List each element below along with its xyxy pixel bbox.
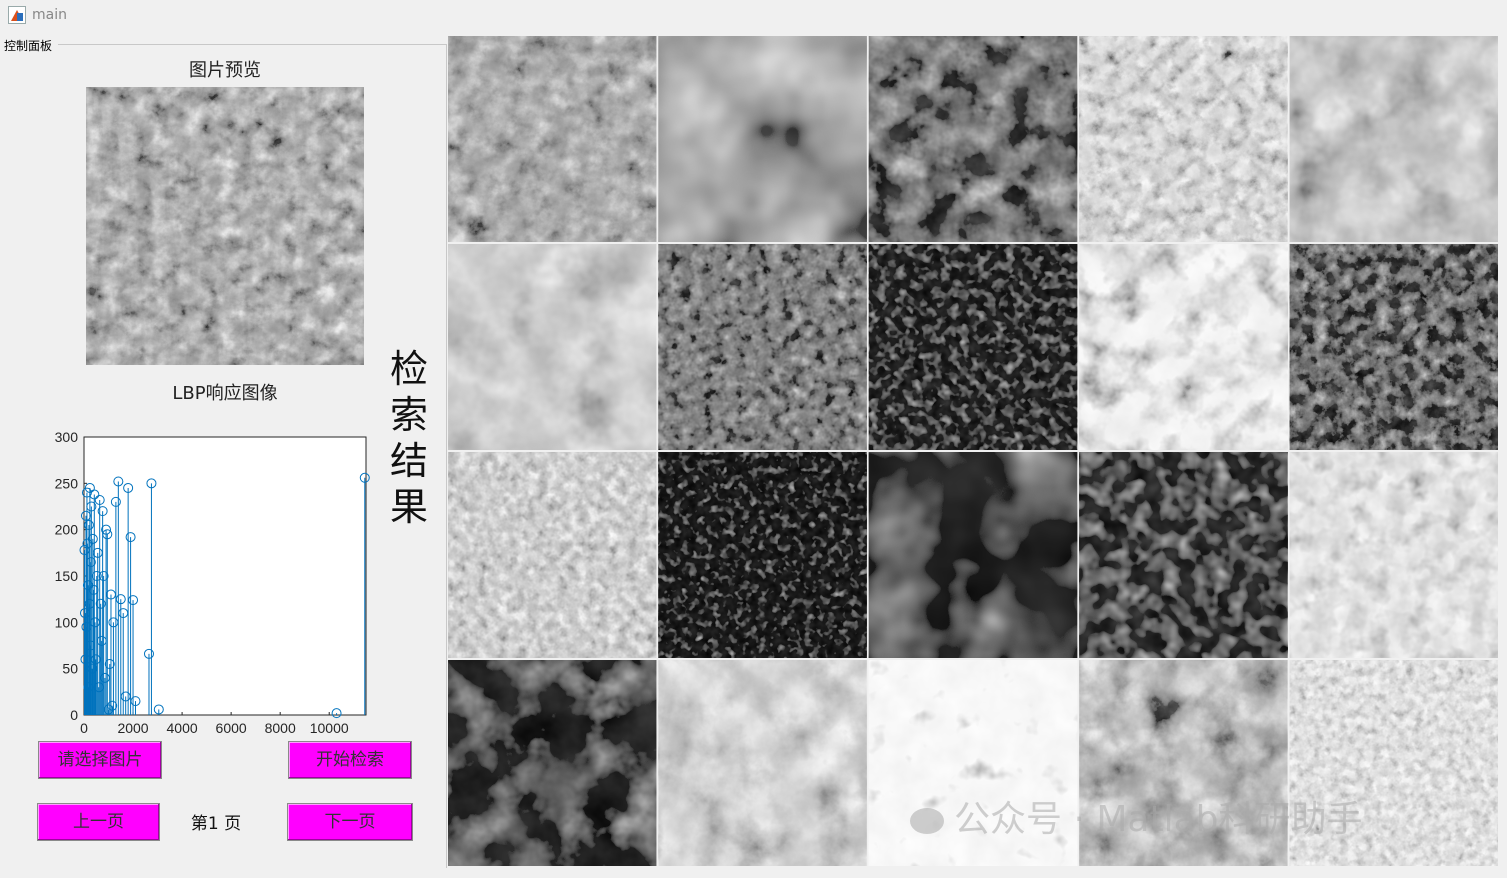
result-tile-rough-stone <box>448 36 657 242</box>
result-tile-foam-cells <box>448 452 657 658</box>
y-tick-label: 200 <box>55 522 79 538</box>
y-tick-label: 250 <box>55 475 79 491</box>
result-tile-hair-strokes <box>868 660 1078 866</box>
tile-texture <box>448 660 657 866</box>
preview-image <box>86 87 364 365</box>
results-label-char: 果 <box>389 485 428 529</box>
y-tick-label: 300 <box>55 429 79 445</box>
result-tile-honeycomb-net <box>658 452 867 658</box>
tile-texture <box>1289 244 1498 450</box>
page-indicator: 第1 页 <box>190 814 242 834</box>
tile-texture <box>868 36 1078 242</box>
tile-texture <box>868 244 1078 450</box>
result-tile-speckled-surface <box>1079 36 1288 242</box>
panel-border-top <box>58 44 446 45</box>
window-title: main <box>32 7 67 23</box>
result-tile-rocky-terrain <box>1079 660 1288 866</box>
results-grid <box>448 36 1498 866</box>
start-search-button[interactable]: 开始检索 <box>288 741 412 779</box>
result-tile-knit-texture <box>658 244 867 450</box>
next-page-button[interactable]: 下一页 <box>287 803 413 841</box>
result-tile-wavy-wood <box>658 36 867 242</box>
result-tile-marble-veins <box>658 660 867 866</box>
tile-texture <box>868 660 1078 866</box>
tile-texture <box>1289 660 1498 866</box>
tile-texture <box>658 244 867 450</box>
lbp-title: LBP响应图像 <box>172 383 278 404</box>
result-tile-fine-wood-rings <box>448 660 657 866</box>
results-label: 检 索 结 果 <box>386 346 432 530</box>
lbp-histogram-chart: 0 50 100 150 200 250 300 0 2000 4000 6000 8000 10000 <box>55 429 370 736</box>
tile-texture <box>658 660 867 866</box>
x-tick-label: 0 <box>80 720 88 736</box>
results-label-char: 结 <box>389 439 428 483</box>
y-tick-label: 50 <box>62 661 78 677</box>
result-tile-stained-plaster <box>448 244 657 450</box>
results-label-char: 检 <box>389 347 428 391</box>
y-tick-label: 100 <box>55 614 79 630</box>
result-tile-scribbled-lines <box>1079 244 1288 450</box>
tile-texture <box>658 36 867 242</box>
matlab-icon <box>8 6 26 24</box>
result-tile-dotted-noise <box>1289 660 1498 866</box>
preview-title: 图片预览 <box>189 60 261 81</box>
result-tile-dark-wood-grain <box>868 452 1078 658</box>
result-tile-pebble-mosaic <box>868 36 1078 242</box>
tile-texture <box>1079 660 1288 866</box>
x-tick-label: 8000 <box>265 720 296 736</box>
tile-texture <box>658 452 867 658</box>
window-titlebar: main <box>0 0 1507 32</box>
y-tick-label: 0 <box>70 707 78 723</box>
x-tick-label: 10000 <box>310 720 349 736</box>
control-panel-label: 控制面板 <box>4 37 55 54</box>
prev-page-button[interactable]: 上一页 <box>37 803 160 841</box>
result-tile-reptile-scales <box>1289 452 1498 658</box>
result-tile-pebble-gravel <box>1289 244 1498 450</box>
x-tick-label: 4000 <box>167 720 198 736</box>
tile-texture <box>1289 452 1498 658</box>
select-image-button[interactable]: 请选择图片 <box>38 741 162 779</box>
tile-texture <box>868 452 1078 658</box>
tile-texture <box>1079 452 1288 658</box>
tile-texture <box>448 244 657 450</box>
results-label-char: 索 <box>389 393 428 437</box>
tile-texture <box>448 452 657 658</box>
panel-border-right <box>446 44 447 868</box>
result-tile-woven-diagonal <box>1079 452 1288 658</box>
tile-texture <box>1079 244 1288 450</box>
tile-texture <box>1289 36 1498 242</box>
x-tick-label: 2000 <box>117 720 148 736</box>
y-tick-label: 150 <box>55 568 79 584</box>
x-tick-label: 6000 <box>216 720 247 736</box>
tile-texture <box>448 36 657 242</box>
plot-area <box>83 436 367 716</box>
result-tile-cracked-cells <box>868 244 1078 450</box>
tile-texture <box>1079 36 1288 242</box>
result-tile-tree-ring <box>1289 36 1498 242</box>
